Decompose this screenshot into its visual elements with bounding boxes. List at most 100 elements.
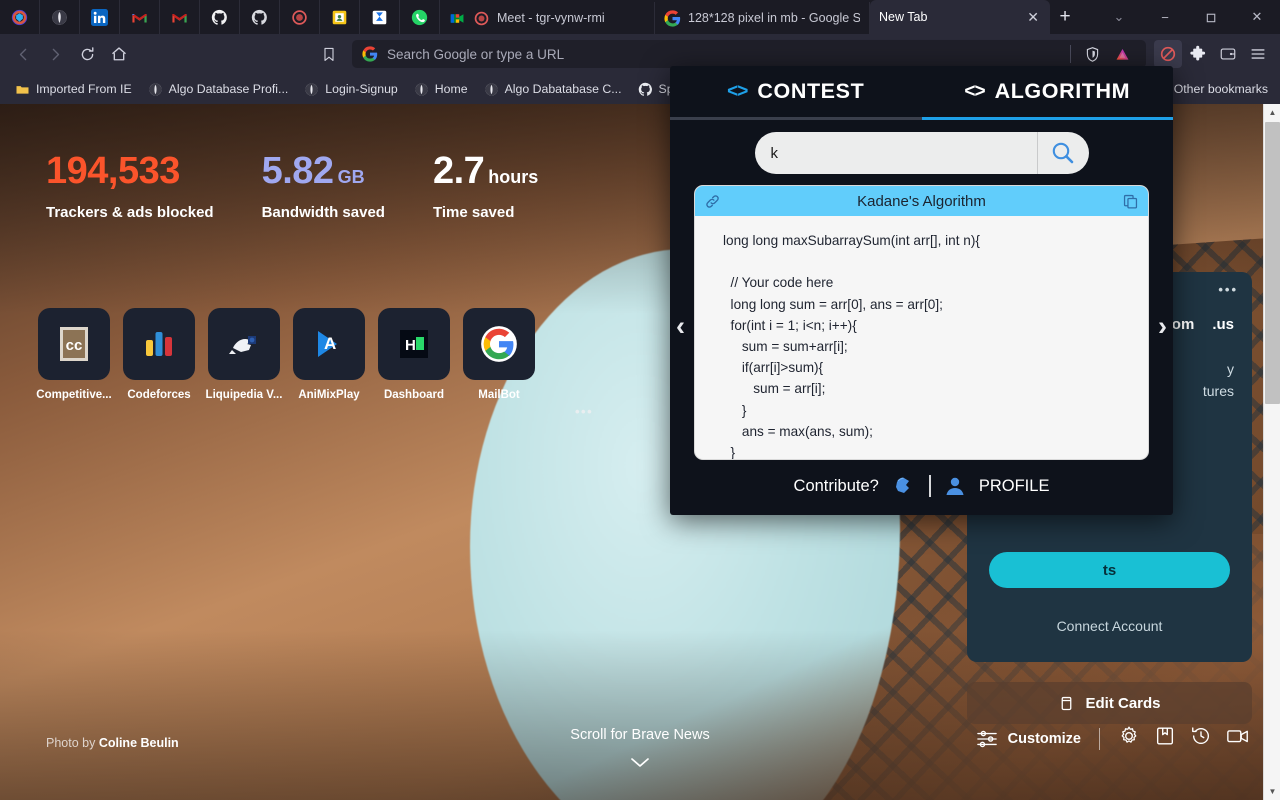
tile-icon-box bbox=[123, 308, 195, 380]
tile-dashboard[interactable]: H Dashboard bbox=[378, 308, 450, 401]
tile-label: AniMixPlay bbox=[298, 389, 360, 401]
stat-label: Time saved bbox=[432, 204, 515, 221]
url-bar[interactable]: Search Google or type a URL bbox=[352, 40, 1146, 68]
code-brackets-icon: <> bbox=[727, 80, 748, 102]
connect-account-link[interactable]: Connect Account bbox=[967, 618, 1252, 634]
block-ads-extension-icon[interactable] bbox=[1154, 40, 1182, 68]
scrollbar-up-arrow[interactable]: ▲ bbox=[1264, 104, 1280, 121]
url-placeholder: Search Google or type a URL bbox=[387, 46, 565, 62]
edit-cards-button[interactable]: Edit Cards bbox=[967, 682, 1252, 724]
new-tab-button[interactable]: + bbox=[1050, 0, 1080, 34]
maximize-icon[interactable] bbox=[1188, 0, 1234, 34]
tab-new-tab[interactable]: New Tab ✕ bbox=[870, 0, 1050, 34]
tab-algorithm[interactable]: <> ALGORITHM bbox=[921, 66, 1173, 120]
scrollbar-thumb[interactable] bbox=[1265, 122, 1280, 404]
history-clock-icon[interactable] bbox=[1190, 725, 1212, 752]
divider bbox=[928, 475, 931, 497]
tab-google-meet[interactable]: Meet - tgr-vynw-rmi bbox=[440, 2, 655, 34]
pinned-tab-hourglass[interactable] bbox=[360, 0, 400, 34]
bookmark-algo-database-profi[interactable]: Algo Database Profi... bbox=[141, 79, 296, 100]
bookmark-algo-database-c[interactable]: Algo Dabatabase C... bbox=[477, 79, 629, 100]
pinned-tab-gmail[interactable] bbox=[120, 0, 160, 34]
prev-arrow-icon[interactable]: ‹ bbox=[676, 313, 685, 340]
customize-button[interactable]: Customize bbox=[976, 729, 1081, 749]
hand-pointer-icon[interactable] bbox=[891, 474, 917, 498]
search-input[interactable] bbox=[754, 132, 1037, 174]
globe-icon bbox=[485, 83, 498, 95]
brave-talk-camera-icon[interactable] bbox=[1226, 725, 1250, 752]
tile-competitive[interactable]: cc Competitive... bbox=[36, 308, 112, 401]
home-icon[interactable] bbox=[104, 39, 134, 69]
pinned-tab-brave[interactable] bbox=[0, 0, 40, 34]
bookmark-star-icon[interactable] bbox=[314, 39, 344, 69]
menu-hamburger-icon[interactable] bbox=[1244, 40, 1272, 68]
chevron-down-icon[interactable] bbox=[0, 755, 1280, 772]
tile-label: Competitive... bbox=[36, 389, 112, 401]
close-window-icon[interactable]: ✕ bbox=[1234, 0, 1280, 34]
reload-icon[interactable] bbox=[72, 39, 102, 69]
google-icon bbox=[664, 9, 681, 27]
tile-label: Codeforces bbox=[127, 389, 191, 401]
algorithm-card-header: Kadane's Algorithm bbox=[695, 186, 1148, 216]
tile-mailbot[interactable]: MailBot bbox=[463, 308, 535, 401]
bookmark-label: Imported From IE bbox=[36, 82, 132, 96]
scrollbar-down-arrow[interactable]: ▼ bbox=[1264, 783, 1280, 800]
tile-icon-box: H bbox=[378, 308, 450, 380]
bookmark-imported-from-ie[interactable]: Imported From IE bbox=[8, 79, 139, 100]
close-icon[interactable]: ✕ bbox=[1025, 10, 1041, 24]
pinned-tab-github-2[interactable] bbox=[240, 0, 280, 34]
bookmark-label: Algo Database Profi... bbox=[168, 82, 289, 96]
page-scrollbar[interactable]: ▲ ▼ bbox=[1263, 104, 1280, 800]
customize-label: Customize bbox=[1007, 730, 1081, 747]
brave-rewards-icon[interactable] bbox=[1108, 40, 1136, 68]
tab-algorithm-label: ALGORITHM bbox=[994, 79, 1131, 103]
tile-codeforces[interactable]: Codeforces bbox=[123, 308, 195, 401]
widget-more-menu-icon[interactable]: ••• bbox=[1218, 282, 1238, 297]
bookmark-home[interactable]: Home bbox=[407, 79, 475, 100]
tile-animixplay[interactable]: A AniMixPlay bbox=[293, 308, 365, 401]
popup-search-row bbox=[670, 132, 1173, 174]
tiles-more-menu-icon[interactable]: ••• bbox=[575, 404, 593, 419]
pinned-tab-github[interactable] bbox=[200, 0, 240, 34]
pinned-tab-globe[interactable] bbox=[40, 0, 80, 34]
forward-arrow-icon[interactable] bbox=[40, 39, 70, 69]
link-icon[interactable] bbox=[704, 193, 721, 210]
algorithm-code: long long maxSubarraySum(int arr[], int … bbox=[723, 233, 980, 459]
pinned-tab-contact-card[interactable] bbox=[320, 0, 360, 34]
svg-text:A: A bbox=[324, 334, 336, 353]
contribute-label: Contribute? bbox=[793, 476, 879, 495]
stat-value: 2.7 bbox=[432, 150, 485, 192]
extensions-puzzle-icon[interactable] bbox=[1184, 40, 1212, 68]
shortcut-tiles: cc Competitive... Codeforces Liquipedia … bbox=[36, 308, 535, 401]
pinned-tab-linkedin[interactable] bbox=[80, 0, 120, 34]
next-arrow-icon[interactable]: › bbox=[1158, 313, 1167, 340]
tile-liquipedia[interactable]: Liquipedia V... bbox=[206, 308, 282, 401]
back-arrow-icon[interactable] bbox=[8, 39, 38, 69]
brave-stats: 194,533 Trackers & ads blocked 5.82 GB Ba… bbox=[46, 152, 538, 221]
tab-google-search[interactable]: 128*128 pixel in mb - Google Search bbox=[655, 2, 870, 34]
search-button[interactable] bbox=[1036, 132, 1089, 174]
widget-cta-button[interactable]: ts bbox=[989, 552, 1230, 588]
user-avatar-icon[interactable] bbox=[943, 474, 967, 498]
recording-indicator-icon bbox=[474, 11, 489, 25]
tab-contest[interactable]: <> CONTEST bbox=[670, 66, 922, 120]
bookmark-other-bookmarks[interactable]: Other bookmarks bbox=[1167, 79, 1272, 99]
bookmark-login-signup[interactable]: Login-Signup bbox=[297, 79, 404, 100]
stat-value: 5.82 bbox=[261, 150, 334, 192]
bookmarks-book-icon[interactable] bbox=[1154, 725, 1176, 752]
liquipedia-icon bbox=[229, 336, 256, 354]
stat-bandwidth-saved: 5.82 GB Bandwidth saved bbox=[262, 152, 385, 221]
wallet-icon[interactable] bbox=[1214, 40, 1242, 68]
settings-gear-icon[interactable] bbox=[1118, 725, 1140, 752]
pinned-tab-recording[interactable] bbox=[280, 0, 320, 34]
pinned-tab-whatsapp[interactable] bbox=[400, 0, 440, 34]
copy-icon[interactable] bbox=[1122, 193, 1139, 210]
codeforces-bars-icon bbox=[146, 332, 172, 356]
tab-search-icon[interactable]: ⌄ bbox=[1096, 0, 1142, 34]
brave-shields-icon[interactable] bbox=[1078, 40, 1106, 68]
widget-tld-us: .us bbox=[1212, 316, 1234, 333]
search-pill bbox=[754, 132, 1089, 174]
pinned-tab-gmail-2[interactable] bbox=[160, 0, 200, 34]
stat-trackers-blocked: 194,533 Trackers & ads blocked bbox=[46, 152, 214, 221]
minimize-icon[interactable]: − bbox=[1142, 0, 1188, 34]
